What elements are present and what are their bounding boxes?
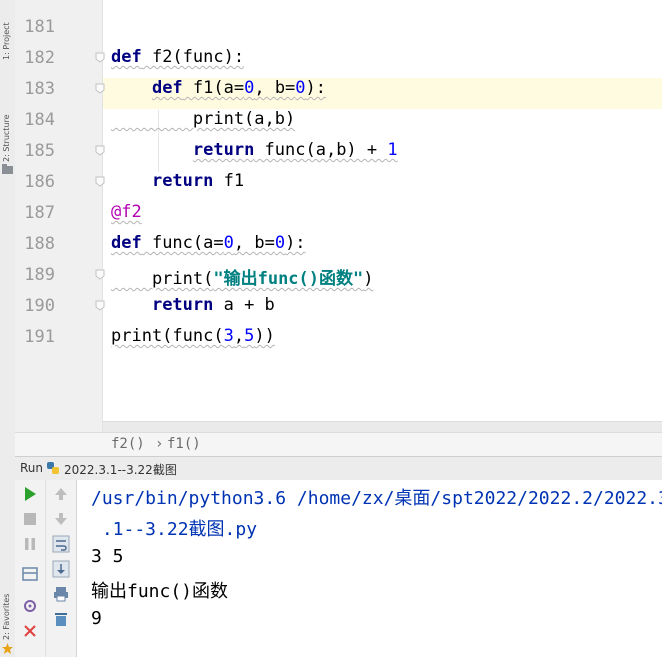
keyword-token: return	[192, 140, 255, 160]
restore-layout-icon[interactable]	[21, 565, 39, 583]
python-icon	[47, 462, 59, 474]
run-toolbar-primary	[15, 480, 46, 657]
breadcrumb-item-f2[interactable]: f2()	[111, 436, 145, 452]
code-line: return a + b	[111, 295, 275, 315]
stop-icon[interactable]	[21, 510, 39, 528]
number-token: 1	[387, 140, 398, 160]
code-editor[interactable]: 181 182 183 184 185 186 187 188 189 190 191 def f2…	[15, 0, 662, 433]
code-token: , b=	[254, 78, 296, 98]
line-number: 181	[24, 17, 55, 37]
code-token: ))	[254, 326, 275, 346]
code-token: print(a,b)	[111, 109, 296, 129]
breadcrumb-separator: ›	[155, 436, 164, 452]
console-line: 9	[91, 608, 102, 629]
settings-icon[interactable]	[21, 597, 39, 615]
code-line: print(a,b)	[111, 109, 295, 129]
code-token: print(func(	[111, 326, 224, 346]
code-token: func(a=	[141, 233, 224, 253]
star-icon	[2, 643, 13, 654]
code-token: ):	[305, 78, 327, 98]
code-token: , b=	[233, 233, 275, 253]
keyword-token: return	[151, 295, 214, 315]
string-token: "输出func()函数"	[213, 269, 364, 289]
favorites-tab[interactable]: 2: Favorites	[2, 560, 13, 640]
code-line: def func(a=0, b=0):	[111, 233, 306, 253]
code-token: a + b	[213, 295, 275, 315]
line-number: 182	[24, 48, 55, 68]
trash-icon[interactable]	[52, 610, 70, 628]
keyword-token: return	[151, 171, 214, 191]
code-token: f2(func):	[141, 47, 245, 67]
project-tab[interactable]: 1: Project	[2, 0, 13, 60]
soft-wrap-icon[interactable]	[52, 535, 70, 553]
line-number: 188	[24, 234, 55, 254]
code-line: print(func(3,5))	[111, 326, 275, 346]
run-panel: /usr/bin/python3.6 /home/zx/桌面/spt2022/2…	[15, 480, 662, 657]
code-token: print(	[111, 269, 214, 289]
console-output[interactable]: /usr/bin/python3.6 /home/zx/桌面/spt2022/2…	[91, 480, 662, 657]
keyword-token: def	[111, 47, 142, 67]
line-number: 191	[24, 327, 55, 347]
run-config-name[interactable]: 2022.3.1--3.22截图	[64, 461, 177, 478]
code-line: return f1	[111, 171, 244, 191]
breadcrumb: f2() › f1()	[15, 432, 662, 457]
code-token: func(a,b) +	[254, 140, 388, 160]
number-token: 0	[223, 233, 234, 253]
line-number: 184	[24, 110, 55, 130]
scroll-to-end-icon[interactable]	[52, 560, 70, 578]
console-line: 输出func()函数	[91, 581, 229, 602]
number-token: 0	[295, 78, 306, 98]
code-token: ,	[233, 326, 245, 346]
console-line: /usr/bin/python3.6 /home/zx/桌面/spt2022/2…	[91, 488, 662, 509]
arrow-down-icon[interactable]	[52, 510, 70, 528]
code-line: def f1(a=0, b=0):	[111, 78, 326, 98]
number-token: 5	[244, 326, 255, 346]
line-number: 186	[24, 172, 55, 192]
number-token: 0	[244, 78, 255, 98]
run-label: Run	[20, 461, 44, 475]
line-number: 190	[24, 296, 55, 316]
code-line: @f2	[111, 202, 142, 222]
line-number: 189	[24, 265, 55, 285]
run-toolwindow-header: Run 2022.3.1--3.22截图	[15, 456, 662, 481]
keyword-token: def	[111, 233, 142, 253]
decorator-token: @f2	[111, 202, 142, 222]
breadcrumb-item-f1[interactable]: f1()	[167, 436, 201, 452]
code-line: return func(a,b) + 1	[111, 140, 398, 160]
console-line: .1--3.22截图.py	[91, 519, 258, 540]
code-line: def f2(func):	[111, 47, 244, 67]
code-token: f1	[213, 171, 245, 191]
structure-tab[interactable]: 2: Structure	[2, 84, 13, 162]
line-number: 185	[24, 141, 55, 161]
run-toolbar-secondary	[46, 480, 77, 657]
line-number: 187	[24, 203, 55, 223]
code-token: )	[363, 269, 374, 289]
line-number-gutter: 181 182 183 184 185 186 187 188 189 190 191	[15, 0, 105, 432]
code-token: f1(a=	[182, 78, 245, 98]
folder-icon	[2, 164, 13, 174]
pause-icon[interactable]	[21, 535, 39, 553]
close-icon[interactable]	[21, 622, 39, 640]
number-token: 0	[274, 233, 286, 253]
keyword-token: def	[151, 78, 183, 98]
rerun-icon[interactable]	[21, 485, 39, 503]
left-tool-strip: 1: Project 2: Structure 2: Favorites	[0, 0, 16, 657]
code-token: ):	[285, 233, 306, 253]
code-line: print("输出func()函数")	[111, 264, 374, 289]
arrow-up-icon[interactable]	[52, 485, 70, 503]
print-icon[interactable]	[52, 585, 70, 603]
code-area[interactable]: def f2(func): def f1(a=0, b=0): print(a,…	[103, 0, 662, 420]
line-number: 183	[24, 79, 55, 99]
console-line: 3 5	[91, 546, 124, 567]
number-token: 3	[223, 326, 234, 346]
